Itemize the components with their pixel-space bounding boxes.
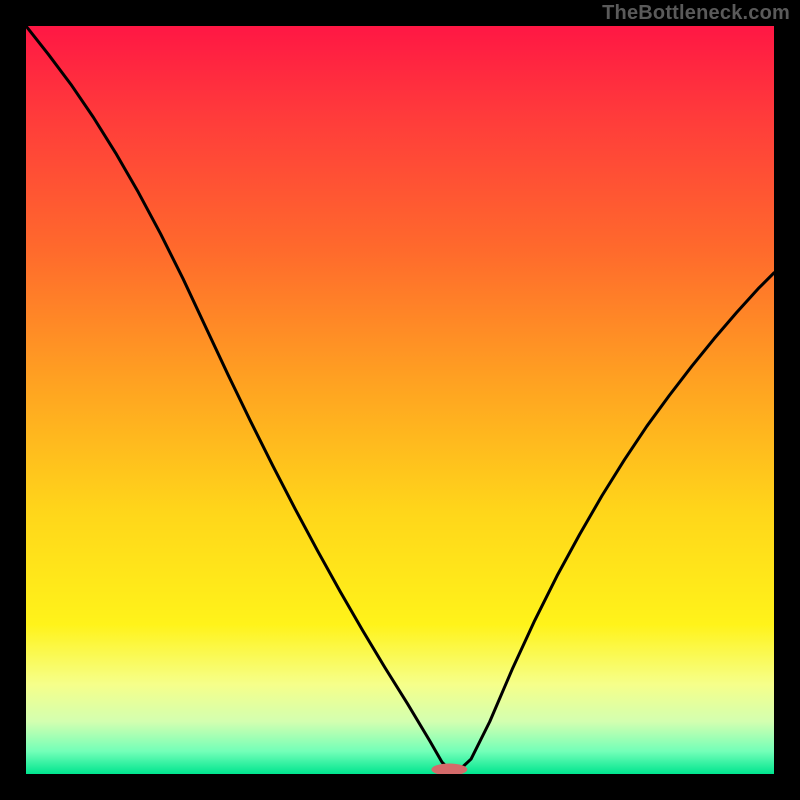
watermark-text: TheBottleneck.com [602,2,790,25]
chart-frame: TheBottleneck.com [0,0,800,800]
chart-background-gradient [26,26,774,774]
bottleneck-chart [26,26,774,774]
